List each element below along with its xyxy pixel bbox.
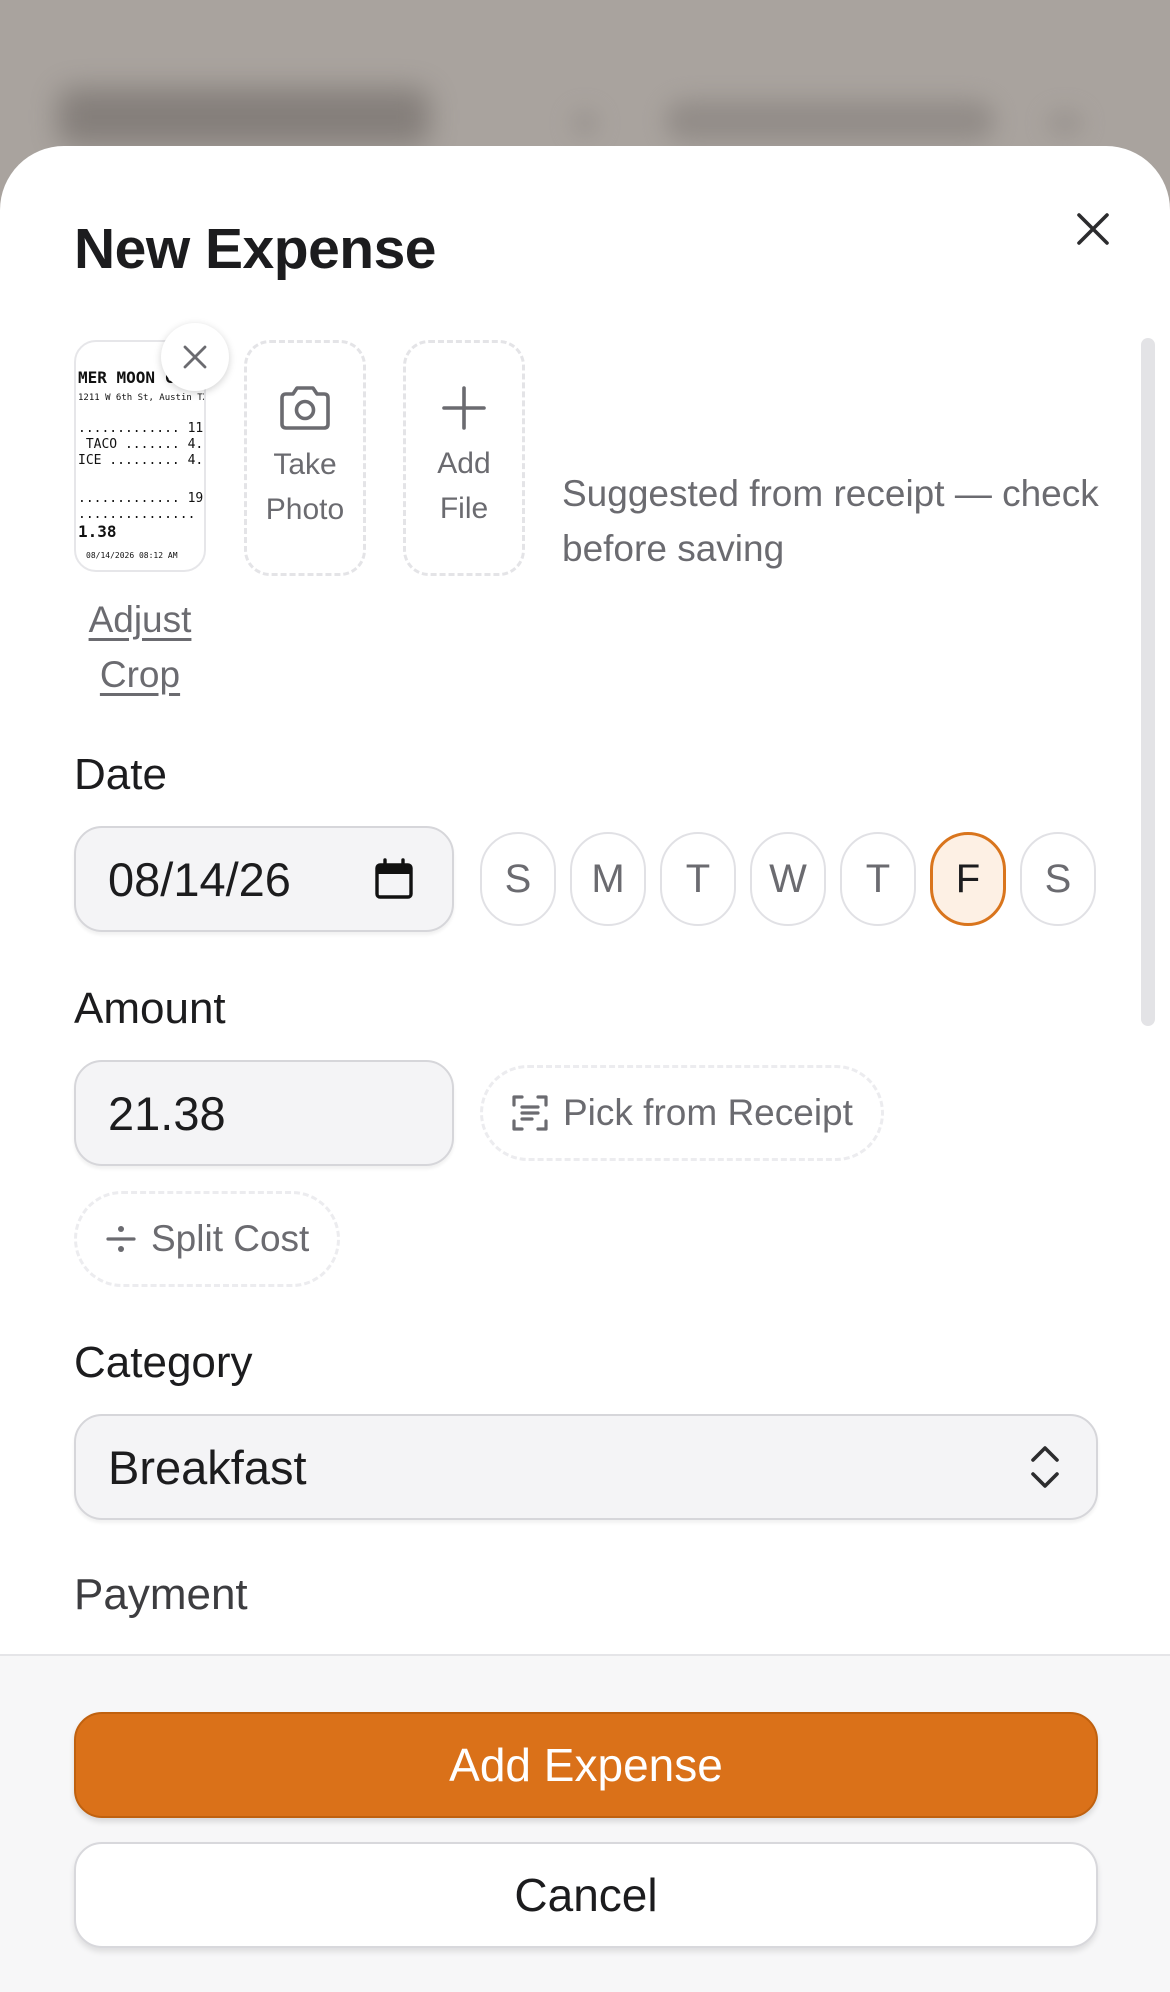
weekday-picker: S M T W T F S bbox=[480, 832, 1096, 926]
divide-icon bbox=[106, 1226, 136, 1252]
receipt-line: ICE ......... 4.2 bbox=[78, 453, 206, 468]
category-select[interactable]: Breakfast bbox=[74, 1414, 1098, 1520]
add-file-button[interactable]: Add File bbox=[403, 340, 525, 576]
add-file-label: Add File bbox=[437, 447, 491, 525]
close-icon bbox=[1077, 213, 1109, 245]
receipt-line: MER MOON C bbox=[78, 368, 175, 387]
take-photo-button[interactable]: Take Photo bbox=[244, 340, 366, 576]
new-expense-sheet: New Expense MER MOON C 1211 W 6th St, Au… bbox=[0, 146, 1170, 1992]
weekday-tuesday[interactable]: T bbox=[660, 832, 736, 926]
weekday-friday[interactable]: F bbox=[930, 832, 1006, 926]
receipt-line: TACO ....... 4.5 bbox=[78, 437, 206, 452]
receipt-line: 1211 W 6th St, Austin TX bbox=[78, 393, 206, 403]
weekday-thursday[interactable]: T bbox=[840, 832, 916, 926]
category-value: Breakfast bbox=[108, 1440, 307, 1494]
background-blur-shape bbox=[1045, 108, 1085, 138]
split-cost-label: Split Cost bbox=[151, 1218, 310, 1259]
chevron-up-down-icon bbox=[1031, 1446, 1059, 1488]
weekday-monday[interactable]: M bbox=[570, 832, 646, 926]
weekday-saturday[interactable]: S bbox=[1020, 832, 1096, 926]
amount-label: Amount bbox=[74, 984, 226, 1033]
category-label: Category bbox=[74, 1338, 253, 1387]
receipt-line: ............. 11. bbox=[78, 421, 206, 436]
receipt-line: 08/14/2026 08:12 AM bbox=[86, 551, 178, 560]
sheet-title: New Expense bbox=[74, 217, 437, 281]
receipt-line: ............. 19. bbox=[78, 491, 206, 506]
background-control-blurred bbox=[665, 100, 995, 142]
scrollbar[interactable] bbox=[1141, 338, 1155, 1026]
close-button[interactable] bbox=[1062, 198, 1124, 260]
add-expense-button[interactable]: Add Expense bbox=[74, 1712, 1098, 1818]
pick-from-receipt-label: Pick from Receipt bbox=[563, 1092, 853, 1133]
payment-label: Payment bbox=[74, 1570, 248, 1619]
sheet-footer: Add Expense Cancel bbox=[0, 1654, 1170, 1992]
camera-icon bbox=[280, 386, 330, 430]
date-label: Date bbox=[74, 750, 167, 799]
plus-icon bbox=[442, 386, 486, 430]
calendar-icon bbox=[375, 858, 413, 899]
split-cost-button[interactable]: Split Cost bbox=[74, 1191, 341, 1287]
amount-value: 21.38 bbox=[108, 1086, 226, 1140]
close-icon bbox=[183, 345, 207, 369]
weekday-wednesday[interactable]: W bbox=[750, 832, 826, 926]
scan-text-icon bbox=[512, 1095, 548, 1131]
receipt-suggestion-note: Suggested from receipt — check before sa… bbox=[562, 473, 1099, 569]
pick-from-receipt-button[interactable]: Pick from Receipt bbox=[480, 1065, 884, 1161]
background-blur-shape bbox=[570, 108, 600, 138]
cancel-button[interactable]: Cancel bbox=[74, 1842, 1098, 1948]
receipt-total: 1.38 bbox=[78, 522, 117, 541]
weekday-sunday[interactable]: S bbox=[480, 832, 556, 926]
take-photo-label: Take Photo bbox=[265, 448, 345, 526]
date-value: 08/14/26 bbox=[108, 852, 291, 906]
background-title-blurred bbox=[58, 88, 430, 146]
receipt-line: ............... 1. bbox=[78, 507, 206, 522]
adjust-crop-link[interactable]: Adjust Crop bbox=[74, 592, 206, 702]
date-input[interactable]: 08/14/26 bbox=[74, 826, 454, 932]
amount-input[interactable]: 21.38 bbox=[74, 1060, 454, 1166]
remove-receipt-button[interactable] bbox=[161, 323, 229, 391]
